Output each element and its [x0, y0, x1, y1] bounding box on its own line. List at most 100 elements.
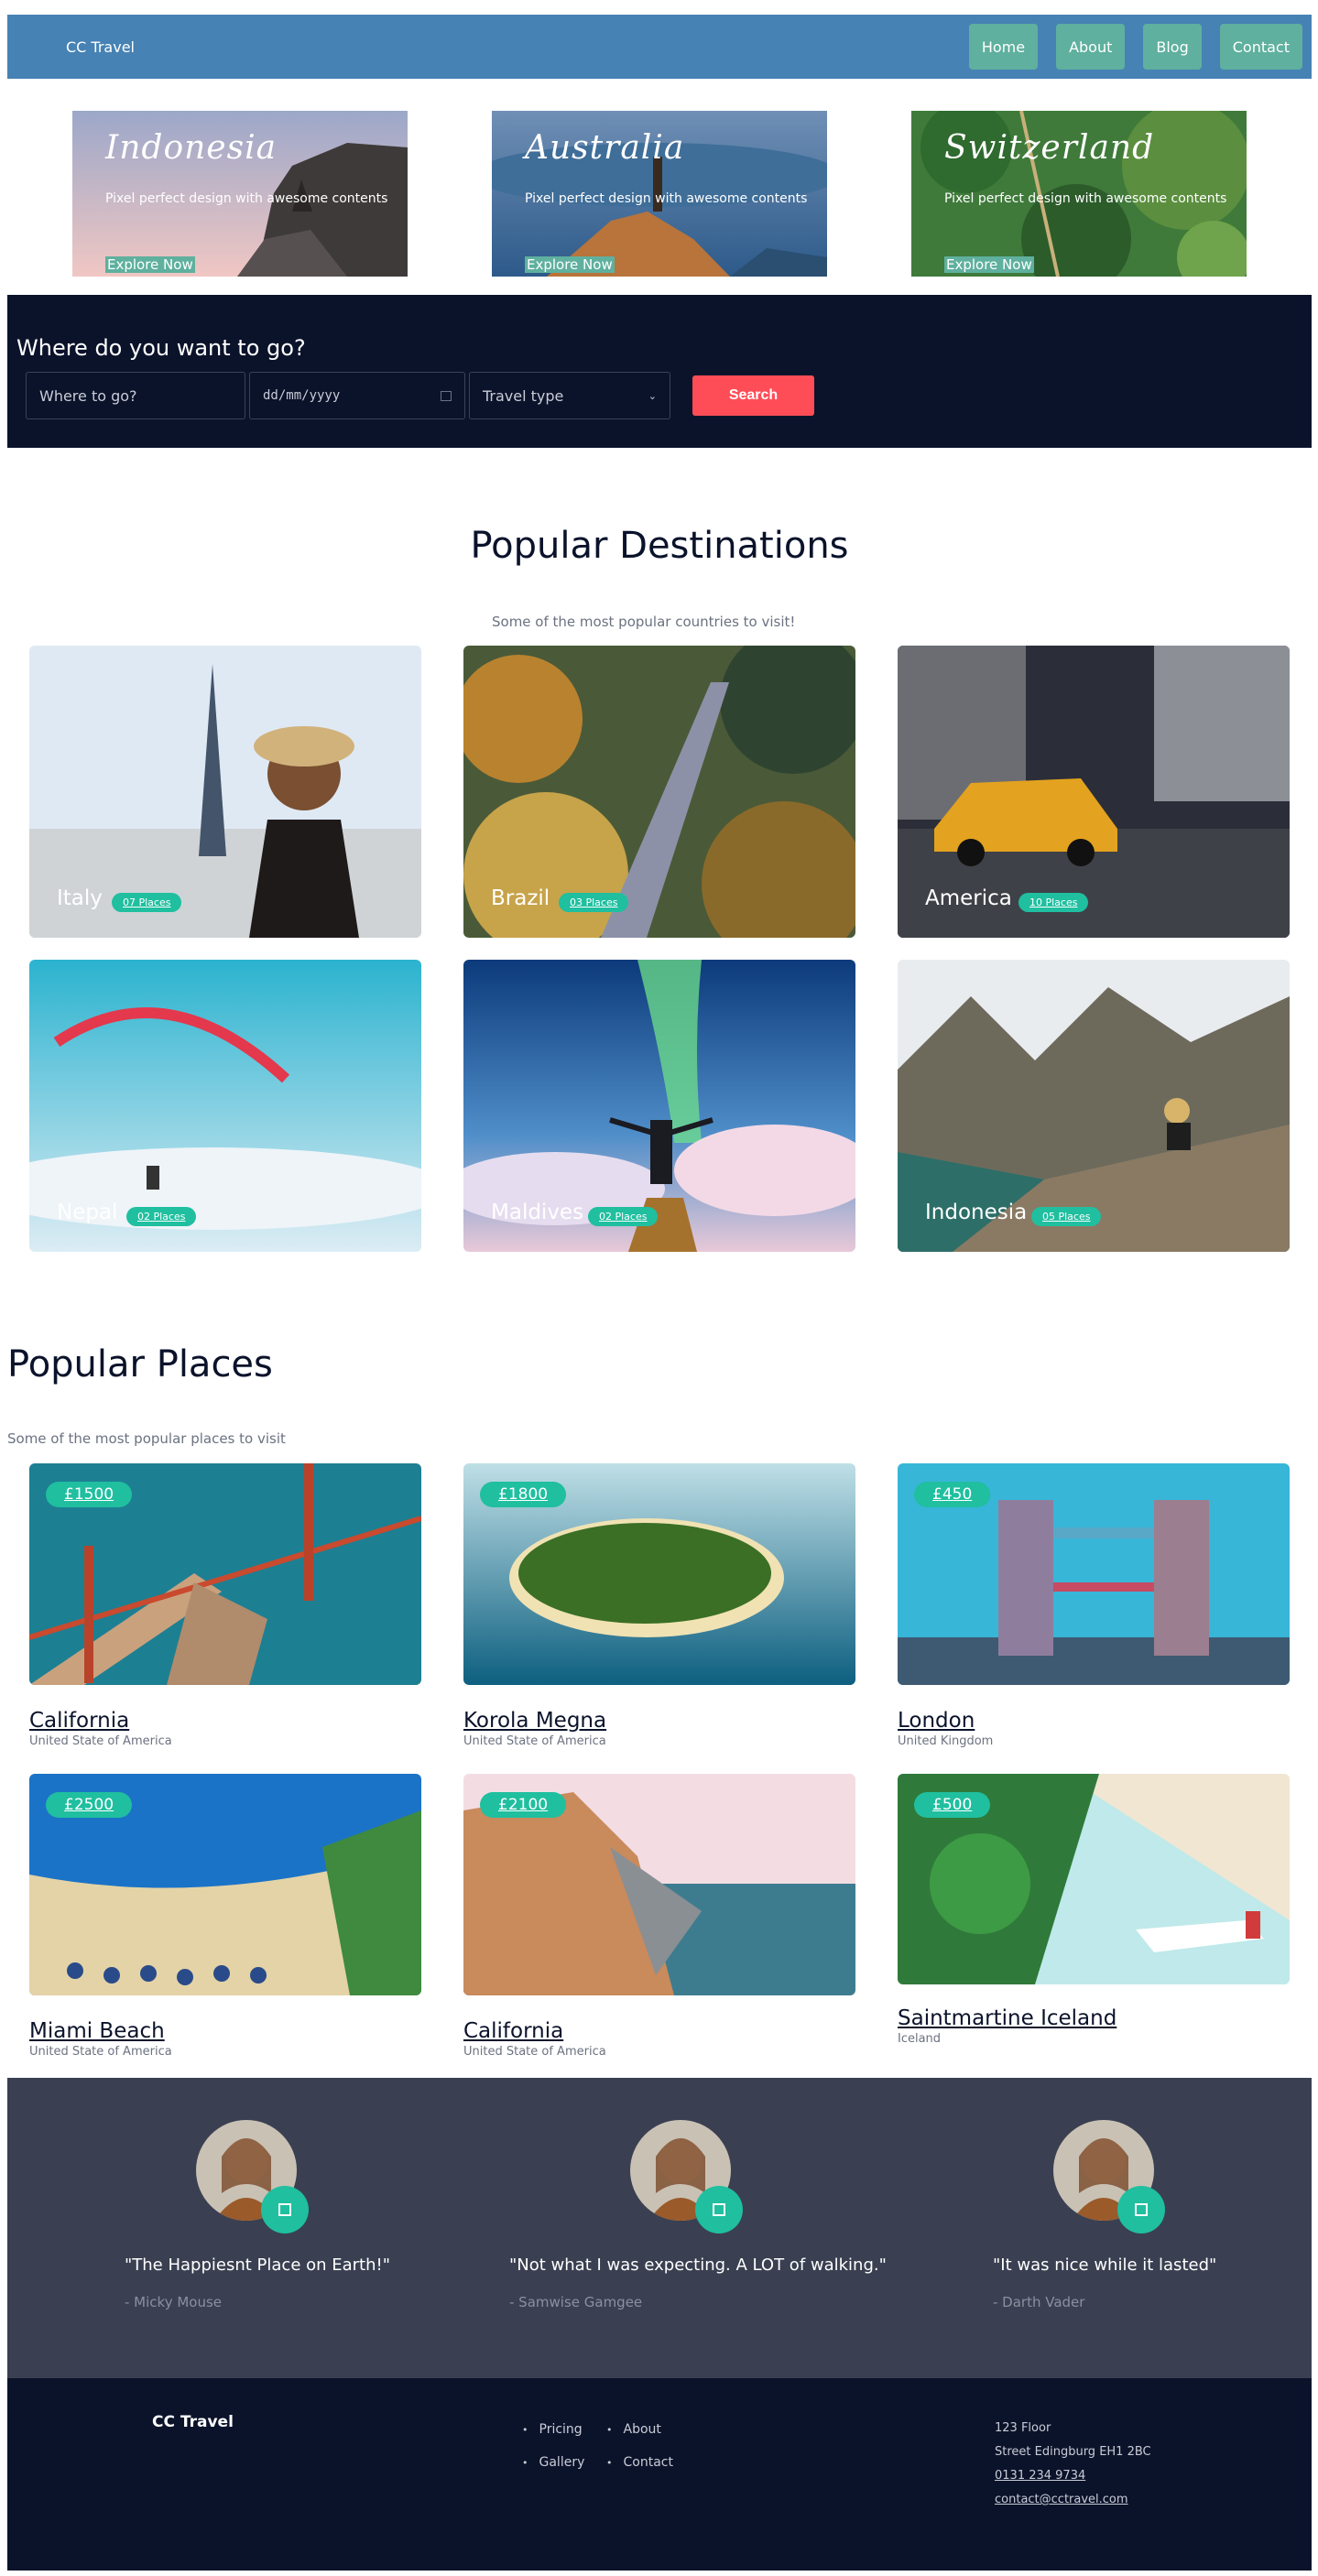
testimonial-quote: "The Happiesnt Place on Earth!" — [125, 2255, 391, 2275]
destination-card-nepal[interactable]: Nepal 02 Places — [29, 960, 421, 1252]
place-card[interactable]: £2500 Miami Beach United State of Americ… — [29, 1774, 421, 2059]
destination-input[interactable]: Where to go? — [26, 372, 245, 419]
hero-title: Switzerland — [944, 129, 1155, 167]
destination-card-italy[interactable]: Italy 07 Places — [29, 646, 421, 938]
nav-contact-button[interactable]: Contact — [1219, 24, 1302, 70]
place-name-link[interactable]: Korola Megna — [463, 1709, 855, 1733]
search-button[interactable]: Search — [692, 375, 814, 416]
quote-icon — [261, 2186, 309, 2234]
testimonials-section: "The Happiesnt Place on Earth!" - Micky … — [7, 2078, 1312, 2378]
address-line-1: 123 Floor — [995, 2421, 1051, 2435]
destination-name: Brazil — [491, 886, 550, 910]
price-badge[interactable]: £450 — [914, 1482, 991, 1507]
place-country: United State of America — [29, 1734, 172, 1748]
place-card[interactable]: £1800 Korola Megna United State of Ameri… — [463, 1463, 855, 1748]
place-image: £2500 — [29, 1774, 421, 1995]
nav-about-button[interactable]: About — [1056, 24, 1126, 70]
travel-type-select[interactable]: Travel type ⌄ — [469, 372, 670, 419]
destination-name: Italy — [57, 886, 103, 910]
place-country: United State of America — [463, 1734, 606, 1748]
place-image: £500 — [898, 1774, 1290, 1984]
popular-destinations-subtitle: Some of the most popular countries to vi… — [492, 614, 796, 630]
footer-link-contact[interactable]: Contact — [606, 2455, 673, 2470]
address-line-2: Street Edingburg EH1 2BC — [995, 2445, 1151, 2459]
destination-card-america[interactable]: America 10 Places — [898, 646, 1290, 938]
footer: CC Travel Pricing About Gallery Contact … — [7, 2378, 1312, 2571]
phone-link[interactable]: 0131 234 9734 — [995, 2464, 1151, 2488]
testimonial-card: "The Happiesnt Place on Earth!" - Micky … — [7, 2078, 438, 2378]
places-count-badge[interactable]: 02 Places — [126, 1207, 197, 1226]
nav-links: Home About Blog Contact — [968, 24, 1312, 70]
nav-home-button[interactable]: Home — [968, 24, 1039, 70]
hero-cards: Indonesia Pixel perfect design with awes… — [7, 111, 1312, 277]
places-count-badge[interactable]: 02 Places — [588, 1207, 659, 1226]
place-name-link[interactable]: London — [898, 1709, 1290, 1733]
place-name-link[interactable]: California — [29, 1709, 421, 1733]
quote-icon — [695, 2186, 743, 2234]
destination-name: Indonesia — [925, 1201, 1028, 1224]
footer-contact: 123 Floor Street Edingburg EH1 2BC 0131 … — [995, 2417, 1151, 2512]
place-image: £450 — [898, 1463, 1290, 1685]
explore-now-link[interactable]: Explore Now — [105, 256, 195, 273]
testimonial-card: "It was nice while it lasted" - Darth Va… — [868, 2078, 1312, 2378]
place-country: United State of America — [463, 2045, 606, 2059]
brand-logo[interactable]: CC Travel — [66, 38, 135, 56]
places-count-badge[interactable]: 07 Places — [112, 893, 182, 912]
destination-name: Nepal — [57, 1201, 118, 1224]
price-badge[interactable]: £500 — [914, 1792, 991, 1818]
testimonial-quote: "Not what I was expecting. A LOT of walk… — [509, 2255, 887, 2275]
hero-description: Pixel perfect design with awesome conten… — [105, 191, 388, 206]
explore-now-link[interactable]: Explore Now — [944, 256, 1034, 273]
place-card[interactable]: £500 Saintmartine Iceland Iceland — [898, 1774, 1290, 2046]
place-card[interactable]: £1500 California United State of America — [29, 1463, 421, 1748]
hero-description: Pixel perfect design with awesome conten… — [944, 191, 1227, 206]
price-badge[interactable]: £2100 — [480, 1792, 567, 1818]
testimonial-quote: "It was nice while it lasted" — [993, 2255, 1217, 2275]
hero-card-australia: Australia Pixel perfect design with awes… — [492, 111, 827, 277]
email-link[interactable]: contact@cctravel.com — [995, 2488, 1151, 2512]
place-name-link[interactable]: California — [463, 2019, 855, 2043]
chevron-down-icon: ⌄ — [648, 389, 657, 402]
footer-link-gallery[interactable]: Gallery — [522, 2455, 585, 2470]
destination-name: Maldives — [491, 1201, 584, 1224]
place-image: £1800 — [463, 1463, 855, 1685]
hero-card-indonesia: Indonesia Pixel perfect design with awes… — [72, 111, 408, 277]
price-badge[interactable]: £1500 — [46, 1482, 133, 1507]
date-input[interactable]: dd/mm/yyyy — [249, 372, 465, 419]
popular-destinations-title: Popular Destinations — [470, 525, 849, 567]
place-card[interactable]: £2100 California United State of America — [463, 1774, 855, 2059]
places-count-badge[interactable]: 10 Places — [1018, 893, 1089, 912]
places-count-badge[interactable]: 05 Places — [1031, 1207, 1102, 1226]
place-image: £2100 — [463, 1774, 855, 1995]
hero-description: Pixel perfect design with awesome conten… — [525, 191, 808, 206]
search-form: Where to go? dd/mm/yyyy Travel type ⌄ Se… — [16, 372, 1302, 419]
testimonial-author: - Darth Vader — [993, 2294, 1085, 2310]
testimonial-author: - Micky Mouse — [125, 2294, 223, 2310]
destination-name: America — [925, 886, 1012, 910]
price-badge[interactable]: £1800 — [480, 1482, 567, 1507]
popular-places-subtitle: Some of the most popular places to visit — [7, 1430, 286, 1447]
place-name-link[interactable]: Miami Beach — [29, 2019, 421, 2043]
top-navbar: CC Travel Home About Blog Contact — [7, 15, 1312, 79]
search-panel: Where do you want to go? Where to go? dd… — [7, 295, 1312, 448]
explore-now-link[interactable]: Explore Now — [525, 256, 615, 273]
hero-title: Australia — [525, 129, 685, 167]
footer-link-about[interactable]: About — [606, 2422, 661, 2437]
search-heading: Where do you want to go? — [16, 335, 306, 361]
hero-card-switzerland: Switzerland Pixel perfect design with aw… — [911, 111, 1247, 277]
nav-blog-button[interactable]: Blog — [1143, 24, 1202, 70]
place-card[interactable]: £450 London United Kingdom — [898, 1463, 1290, 1748]
hero-title: Indonesia — [105, 129, 278, 167]
destination-card-brazil[interactable]: Brazil 03 Places — [463, 646, 855, 938]
place-name-link[interactable]: Saintmartine Iceland — [898, 2006, 1290, 2030]
footer-brand[interactable]: CC Travel — [152, 2413, 234, 2431]
destination-card-maldives[interactable]: Maldives 02 Places — [463, 960, 855, 1252]
place-country: Iceland — [898, 2032, 942, 2046]
places-count-badge[interactable]: 03 Places — [559, 893, 629, 912]
destination-card-indonesia[interactable]: Indonesia 05 Places — [898, 960, 1290, 1252]
place-image: £1500 — [29, 1463, 421, 1685]
calendar-icon[interactable] — [441, 390, 452, 401]
price-badge[interactable]: £2500 — [46, 1792, 133, 1818]
popular-places-title: Popular Places — [7, 1343, 273, 1386]
footer-link-pricing[interactable]: Pricing — [522, 2422, 583, 2437]
